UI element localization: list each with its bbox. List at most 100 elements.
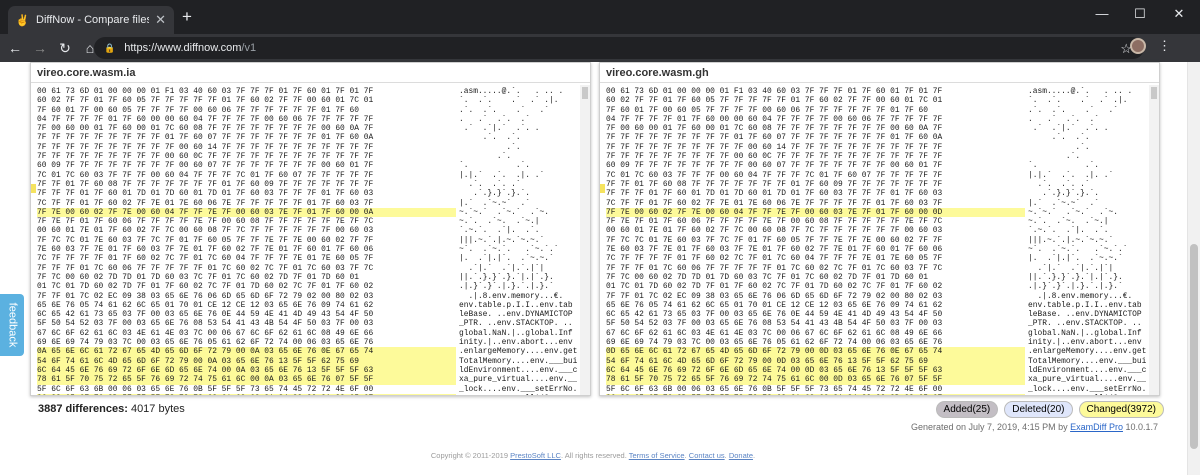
ascii-row: ~`. .`~.`. .`~.`.` (459, 245, 559, 255)
generated-note: Generated on July 7, 2019, 4:15 PM by Ex… (911, 422, 1158, 432)
hex-row: 5F 6C 6F 63 6B 00 06 03 65 6E 76 0B 5F 5… (606, 384, 943, 394)
page-scrollbar[interactable] (1187, 62, 1200, 475)
changed-badge[interactable]: Changed(3972) (1078, 401, 1164, 418)
hex-row: 04 7F 7F 7F 7F 01 7F 60 00 00 60 04 7F 7… (37, 114, 374, 124)
separator: . (753, 451, 756, 460)
maximize-window-icon[interactable]: ☐ (1125, 6, 1155, 26)
right-file-content[interactable]: 00 61 73 6D 01 00 00 00 01 F1 03 40 60 0… (600, 85, 1159, 395)
ascii-row: ||.`.}.}`.}.`|.|`.}. (1028, 272, 1123, 282)
hex-row: 67 6C 6F 62 61 6C 03 4E 61 4E 03 7C 00 0… (37, 328, 374, 338)
hex-row: 7F 7C 00 60 02 7D 7D 01 7D 60 03 7C 7F 0… (37, 272, 359, 282)
ascii-row: |. .`|.|`. .`~.~.` (1028, 254, 1123, 264)
hex-row: 7F 7F 7F 01 7C 60 06 7F 7F 7F 7F 7F 01 7… (606, 263, 943, 273)
hex-row: 7F 7F 01 7C 02 EC 09 38 03 65 6E 76 06 6… (606, 291, 943, 301)
hex-row: 7F 00 60 00 01 7F 60 00 01 7C 60 08 7F 7… (37, 124, 374, 134)
new-tab-icon[interactable]: + (182, 7, 192, 27)
browser-menu-icon[interactable]: ⋮ (1158, 38, 1171, 54)
hex-row: 01 7C 01 7D 60 02 7D 7F 01 7F 60 02 7C 7… (606, 282, 943, 292)
forward-arrow-icon[interactable]: → (30, 40, 50, 56)
hex-row: 04 7F 7F 7F 7F 01 7F 60 00 00 60 04 7F 7… (606, 114, 943, 124)
terms-link[interactable]: Terms of Service (629, 451, 685, 460)
hex-row: 00 61 73 6D 01 00 00 00 01 F1 03 40 60 0… (606, 87, 943, 96)
hex-row: 7F 7F 01 7C 02 EC 09 38 03 65 6E 76 06 6… (37, 291, 374, 301)
left-pane-scroll-thumb[interactable] (582, 87, 588, 99)
ascii-row: .`. .`. .` .` (1028, 105, 1118, 115)
hex-row: 7F 7F 7F 01 7C 60 06 7F 7F 7F 7F 7F 01 7… (37, 263, 374, 273)
hex-row: 7F 7C 7C 01 7E 60 03 7F 7C 7F 01 7F 60 0… (606, 235, 943, 245)
ascii-row: ldEnvironment....env.___c (1028, 365, 1146, 375)
ascii-row: .`.}.}`.}.`. (459, 189, 531, 199)
ascii-row: ~.`~.` .`~.` .`~. (1028, 207, 1118, 217)
hex-row: 7E 60 03 7F 7E 01 7F 60 03 7F 7E 01 7F 6… (606, 245, 943, 255)
ascii-row: .`. .`. .` (459, 179, 521, 189)
hex-row: 7F 7F 01 7F 60 08 7F 7F 7F 7F 7F 7F 7F 0… (37, 179, 374, 189)
hex-row: 5F 50 54 52 03 7F 00 03 65 6E 76 08 53 5… (37, 319, 374, 329)
page-scroll-thumb[interactable] (1190, 244, 1198, 449)
tab-title: DiffNow - Compare files online. I (36, 14, 149, 26)
ascii-row: ..env.___syscall140....en (459, 394, 577, 395)
reload-icon[interactable]: ↻ (55, 40, 75, 57)
hex-row: 01 7C 01 7D 60 02 7D 7F 01 7F 60 02 7C 7… (37, 282, 374, 292)
left-hex-column: 00 61 73 6D 01 00 00 00 01 F1 03 40 60 0… (37, 87, 456, 395)
ascii-row: .`. .`. (459, 133, 521, 143)
feedback-tab[interactable]: feedback (0, 294, 24, 356)
hex-row: 5F 50 54 52 03 7F 00 03 65 6E 76 08 53 5… (606, 319, 943, 329)
ascii-row: `. .`. (1028, 161, 1100, 171)
hex-row: 7C 01 7C 60 03 7F 7F 7F 00 60 04 7F 7F 7… (37, 170, 374, 180)
ascii-row: .`. (1028, 142, 1090, 152)
right-pane-scrollbar[interactable] (1149, 85, 1159, 395)
hex-row: 69 6E 69 74 79 03 7C 00 03 65 6E 76 05 6… (37, 338, 374, 348)
ascii-row: leBase. ..env.DYNAMICTOP (459, 310, 573, 320)
hex-row: 0D 65 6E 6C 61 72 67 65 4D 65 6D 6F 72 7… (606, 347, 1025, 357)
hex-row: 00 60 01 7E 01 7F 60 02 7F 7C 00 60 08 7… (37, 226, 374, 236)
examdiff-link[interactable]: ExamDiff Pro (1070, 422, 1123, 432)
page-content: feedback vireo.core.wasm.ia 00 61 73 6D … (0, 62, 1200, 475)
hex-row: 60 02 7F 7F 01 7F 60 05 7F 7F 7F 7F 7F 0… (606, 96, 943, 106)
ascii-row: `.~.`. .`|. .`. (1028, 226, 1109, 236)
prestosoft-link[interactable]: PrestoSoft LLC (510, 451, 561, 460)
hex-row: 6C 64 45 6E 76 69 72 6F 6E 6D 65 6E 74 0… (606, 365, 1025, 376)
ascii-row: _PTR. ..env.STACKTOP. .. (1028, 319, 1142, 329)
hex-row: 65 6E 76 05 74 61 62 6C 65 01 70 01 CE 1… (606, 300, 943, 310)
hex-row: 65 6E 76 05 74 61 62 6C 65 01 70 01 CE 1… (37, 300, 374, 310)
rights-text: . All rights reserved. (560, 451, 629, 460)
ascii-row: env.table.p.I.I..env.tab (1028, 300, 1142, 310)
diff-marker (31, 184, 36, 193)
hex-row: 60 02 7F 7F 01 7F 60 05 7F 7F 7F 7F 7F 0… (37, 96, 374, 106)
hex-row: 7F 7C 7C 01 7E 60 03 7F 7C 7F 01 7F 60 0… (37, 235, 374, 245)
hex-row: 7E 60 03 7F 7E 01 7F 60 03 7F 7E 01 7F 6… (37, 245, 374, 255)
right-hex-column: 00 61 73 6D 01 00 00 00 01 F1 03 40 60 0… (606, 87, 1025, 395)
back-arrow-icon[interactable]: ← (5, 40, 25, 56)
close-tab-icon[interactable]: ✕ (155, 12, 166, 28)
added-badge[interactable]: Added(25) (935, 401, 999, 418)
ascii-row: |. .`|.|`. .`~.~.` (459, 254, 554, 264)
hex-row: 7F 60 01 7F 00 60 05 7F 7F 7F 7F 00 60 0… (37, 105, 359, 115)
hex-row: 7F 7F 7F 7F 7F 7F 7F 7F 7F 00 60 0C 7F 7… (606, 152, 943, 162)
hex-row: 7F 7F 7F 7F 7F 7F 7F 7F 7F 7F 00 60 14 7… (606, 142, 943, 152)
ascii-row: inity.|..env.abort...env (1028, 338, 1142, 348)
diffnow-favicon-icon: ✌ (15, 14, 30, 27)
left-file-content[interactable]: 00 61 73 6D 01 00 00 00 01 F1 03 40 60 0… (31, 85, 590, 395)
deleted-badge[interactable]: Deleted(20) (1004, 401, 1073, 418)
donate-link[interactable]: Donate (729, 451, 753, 460)
ascii-row: .|.8.env.memory...€. (1028, 291, 1133, 301)
left-pane-scrollbar[interactable] (580, 85, 590, 395)
right-pane-scroll-thumb[interactable] (1151, 87, 1157, 99)
ascii-row: .asm.....@.`. . .. . (1028, 87, 1133, 96)
browser-toolbar: ← → ↻ ⌂ 🔒 https://www.diffnow.com/v1 ☆ ⋮ (0, 34, 1200, 62)
hex-row: 78 61 5F 70 75 72 65 5F 76 69 72 74 75 6… (37, 375, 456, 385)
ascii-row: .asm.....@.`. . .. . (459, 87, 564, 96)
profile-avatar[interactable] (1130, 38, 1146, 54)
ascii-row: _lock....env.___setErrNo. (1028, 384, 1146, 394)
hex-row: 0A 65 6E 6C 61 72 67 65 4D 65 6D 6F 72 7… (37, 347, 456, 357)
ascii-row: .`. (459, 152, 512, 162)
hex-row: 00 60 01 7E 01 7F 60 02 7F 7C 00 60 08 7… (606, 226, 943, 236)
hex-row: 7F 7F 01 7F 60 08 7F 7F 7F 7F 7F 7F 7F 0… (606, 179, 943, 189)
contact-link[interactable]: Contact us (689, 451, 725, 460)
browser-tab[interactable]: ✌ DiffNow - Compare files online. I ✕ (8, 6, 174, 34)
minimize-window-icon[interactable]: — (1087, 6, 1117, 26)
ascii-row: ..env.___syscall140....en (1028, 394, 1146, 395)
address-bar[interactable]: 🔒 https://www.diffnow.com/v1 ☆ (94, 37, 1144, 59)
ascii-row: ||.`.}.}`.}.`|.|`.}. (459, 272, 554, 282)
close-window-icon[interactable]: ✕ (1164, 6, 1194, 26)
